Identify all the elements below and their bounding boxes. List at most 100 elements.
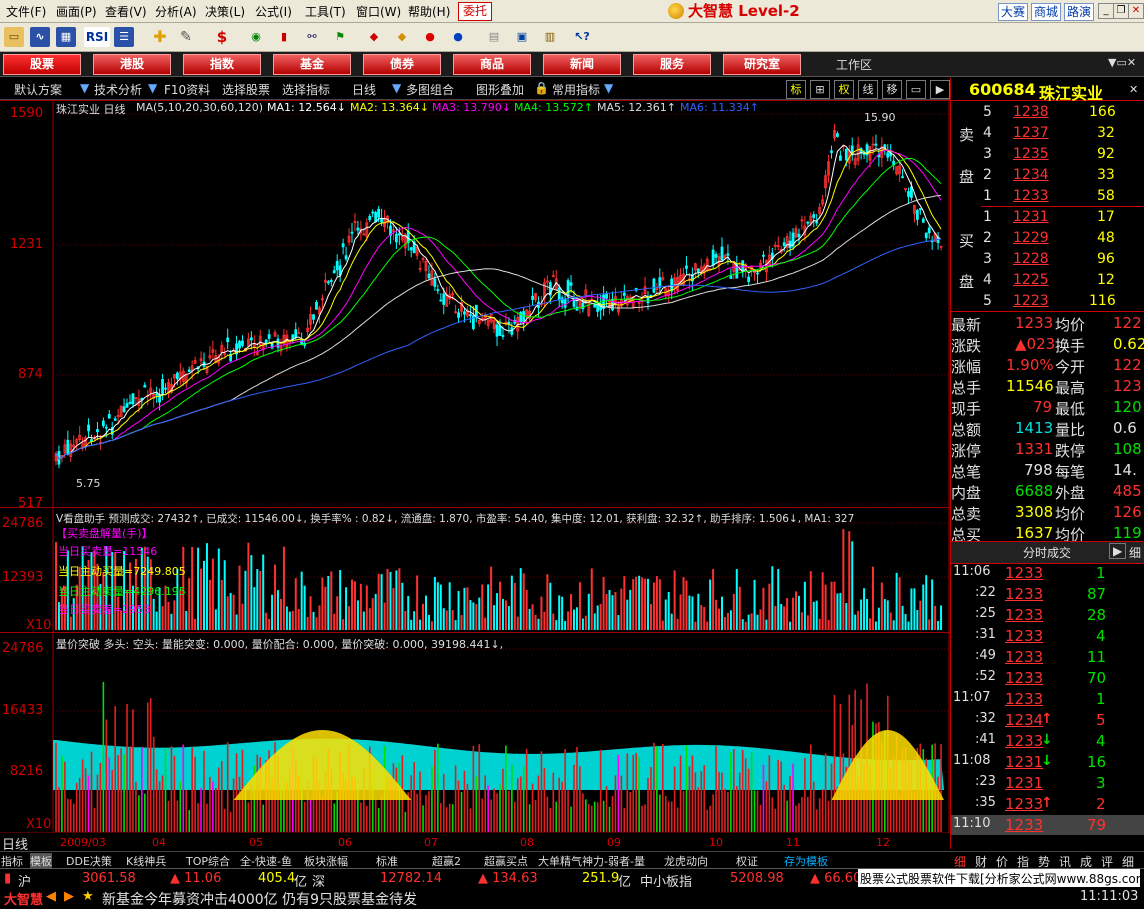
link-roadshow[interactable]: 路演	[1064, 3, 1095, 21]
tick-price[interactable]: 1233	[1005, 606, 1043, 624]
flag-icon[interactable]: ⚑	[330, 27, 350, 47]
menu-analyze[interactable]: 分析(A)	[155, 3, 197, 20]
ad-banner[interactable]: 股票公式股票软件下载[分析家公式网www.88gs.com]	[858, 869, 1140, 888]
open-folder-icon[interactable]: ▭	[4, 27, 24, 47]
f10-button[interactable]: F10资料	[164, 81, 210, 98]
rsi-button[interactable]: RSI	[84, 27, 110, 47]
indicator-tab[interactable]: 龙虎动向	[664, 853, 708, 869]
scheme-dropdown[interactable]: 默认方案	[14, 81, 62, 98]
select-indicator-button[interactable]: 选择指标	[282, 81, 330, 98]
sell-price[interactable]: 1237	[1013, 125, 1049, 141]
toggle-move[interactable]: 移	[882, 80, 902, 99]
alarm-icon[interactable]: ◆	[364, 27, 384, 47]
dropdown-arrow-icon[interactable]: ▼	[148, 81, 157, 95]
dropdown-arrow-icon[interactable]: ▼	[604, 81, 613, 95]
globe-icon[interactable]: ●	[448, 27, 468, 47]
indicator-tab[interactable]: 权证	[736, 853, 758, 869]
toggle-rights[interactable]: 权	[834, 80, 854, 99]
expand-icon[interactable]: ▶	[930, 80, 950, 99]
help-pointer-icon[interactable]: ↖?	[572, 27, 592, 47]
menu-formula[interactable]: 公式(I)	[255, 3, 292, 20]
tick-price[interactable]: 1233	[1005, 648, 1043, 666]
print-icon[interactable]: ▤	[484, 27, 504, 47]
dollar-icon[interactable]: $	[212, 27, 232, 47]
nav-commodity[interactable]: 商品	[453, 54, 531, 75]
books-icon[interactable]: ▥	[540, 27, 560, 47]
expand-ticks-icon[interactable]: ▶	[1109, 543, 1127, 559]
diamond-icon[interactable]: ◆	[392, 27, 412, 47]
nav-fund[interactable]: 基金	[273, 54, 351, 75]
binoculars-icon[interactable]: ⚯	[302, 27, 322, 47]
menu-help[interactable]: 帮助(H)	[408, 3, 450, 20]
nav-hk-stocks[interactable]: 港股	[93, 54, 171, 75]
indicator-tab[interactable]: 指标	[1, 853, 23, 869]
menu-tools[interactable]: 工具(T)	[305, 3, 346, 20]
tick-price[interactable]: 1231	[1005, 753, 1043, 771]
link-mall[interactable]: 商城	[1031, 3, 1062, 21]
tick-price[interactable]: 1233	[1005, 564, 1043, 582]
toggle-line[interactable]: 线	[858, 80, 878, 99]
overlay-button[interactable]: 图形叠加	[476, 81, 524, 98]
sell-price[interactable]: 1235	[1013, 146, 1049, 162]
trade-button[interactable]: 委托	[458, 2, 492, 21]
tick-price[interactable]: 1233	[1005, 669, 1043, 687]
indicator-tab[interactable]: TOP综合	[186, 853, 230, 869]
nav-right-icon[interactable]: ▶	[64, 889, 74, 904]
menu-file[interactable]: 文件(F)	[6, 3, 46, 20]
dropdown-arrow-icon[interactable]: ▼	[392, 81, 401, 95]
indicator-tab[interactable]: 全-快速-鱼	[240, 853, 292, 869]
buy-price[interactable]: 1225	[1013, 272, 1049, 288]
tick-price[interactable]: 1233	[1005, 690, 1043, 708]
toggle-mark[interactable]: 标	[786, 80, 806, 99]
crosshair-toggle-icon[interactable]: ⊞	[810, 80, 830, 99]
lock-icon[interactable]: 🔒	[534, 81, 549, 95]
buy-price[interactable]: 1231	[1013, 209, 1049, 225]
menu-screen[interactable]: 画面(P)	[56, 3, 97, 20]
nav-news[interactable]: 新闻	[543, 54, 621, 75]
bar-icon[interactable]: ▮	[274, 27, 294, 47]
crosshair-icon[interactable]: ✚	[150, 27, 170, 47]
indicator-icon[interactable]: ◉	[246, 27, 266, 47]
tick-price[interactable]: 1234	[1005, 711, 1043, 729]
buy-price[interactable]: 1229	[1013, 230, 1049, 246]
buy-price[interactable]: 1228	[1013, 251, 1049, 267]
indicator-tab[interactable]: 标准	[376, 853, 398, 869]
indicator-tab[interactable]: 超赢2	[432, 853, 461, 869]
menu-window[interactable]: 窗口(W)	[356, 3, 401, 20]
tick-price[interactable]: 1233	[1005, 795, 1043, 813]
multi-chart-button[interactable]: 多图组合	[406, 81, 454, 98]
tick-price[interactable]: 1233	[1005, 816, 1043, 834]
menu-decision[interactable]: 决策(L)	[205, 3, 245, 20]
period-dropdown[interactable]: 日线	[352, 81, 376, 98]
minimize-icon[interactable]: _	[1098, 3, 1114, 19]
nav-research[interactable]: 研究室	[723, 54, 801, 75]
table-icon[interactable]: ☰	[114, 27, 134, 47]
close-icon[interactable]: ✕	[1129, 83, 1138, 96]
restore-icon[interactable]: ❐	[1113, 3, 1129, 19]
indicator-tab[interactable]: 板块涨幅	[304, 853, 348, 869]
link-contest[interactable]: 大赛	[998, 3, 1029, 21]
indicator-tab[interactable]: DDE决策	[66, 853, 112, 869]
indicator-tab[interactable]: 模板	[30, 853, 52, 869]
indicator-tab[interactable]: 超赢买点	[484, 853, 528, 869]
select-stock-button[interactable]: 选择股票	[222, 81, 270, 98]
indicator-tab[interactable]: 大单精气神力-弱者-量	[538, 853, 645, 869]
workarea-label[interactable]: 工作区	[836, 56, 872, 73]
menu-view[interactable]: 查看(V)	[105, 3, 147, 20]
grid-icon[interactable]: ▦	[56, 27, 76, 47]
buy-price[interactable]: 1223	[1013, 293, 1049, 309]
tick-price[interactable]: 1233	[1005, 585, 1043, 603]
chart-area[interactable]: 珠江实业 日线 MA(5,10,20,30,60,120) MA1: 12.56…	[0, 100, 950, 853]
sell-price[interactable]: 1233	[1013, 188, 1049, 204]
sell-price[interactable]: 1234	[1013, 167, 1049, 183]
indicator-tab[interactable]: 存为模板	[784, 853, 828, 869]
common-indicator-button[interactable]: 常用指标	[552, 81, 600, 98]
indicator-tab[interactable]: K线神兵	[126, 853, 166, 869]
nav-bond[interactable]: 债券	[363, 54, 441, 75]
nav-service[interactable]: 服务	[633, 54, 711, 75]
panel-toggle-icon[interactable]: ▭	[906, 80, 926, 99]
nav-left-icon[interactable]: ◀	[46, 889, 56, 904]
nav-index[interactable]: 指数	[183, 54, 261, 75]
nav-stocks[interactable]: 股票	[3, 54, 81, 75]
restore-panel-icon[interactable]: ▼▭✕	[1108, 56, 1136, 69]
